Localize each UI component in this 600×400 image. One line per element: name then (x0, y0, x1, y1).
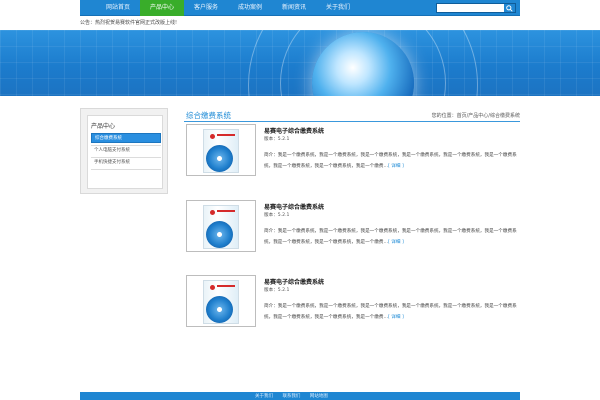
product-detail-link[interactable]: [ 详细 ] (388, 315, 404, 320)
product-detail-link[interactable]: [ 详细 ] (388, 240, 404, 245)
sidebar: 产品中心 综合缴费系统 个人电脑支付系统 手机快捷支付系统 (80, 108, 168, 194)
footer-link-about[interactable]: 关于我们 (255, 394, 273, 399)
product-detail-link[interactable]: [ 详细 ] (388, 164, 404, 169)
notice-text: 公告：热烈祝贺易赛软件官网正式改版上线! (80, 20, 178, 26)
footer-links: 关于我们 联系我们 网站地图 (255, 393, 336, 399)
banner (0, 30, 600, 96)
box-label-graphic (217, 210, 235, 212)
box-label-graphic (217, 285, 235, 287)
cd-disc-icon (206, 221, 233, 248)
product-box-image (203, 280, 239, 324)
nav-item-service[interactable]: 客户服务 (184, 0, 228, 16)
product-item: 易赛电子综合缴费系统 版本：5.2.1 简介：我是一个缴费系统，我是一个缴费系统… (184, 275, 520, 329)
search-button[interactable] (504, 4, 515, 12)
breadcrumb: 您的位置：首页/产品中心/综合缴费系统 (431, 113, 520, 119)
product-title[interactable]: 易赛电子综合缴费系统 (264, 126, 324, 135)
product-title[interactable]: 易赛电子综合缴费系统 (264, 202, 324, 211)
brand-logo-icon (210, 134, 215, 139)
product-item: 易赛电子综合缴费系统 版本：5.2.1 简介：我是一个缴费系统，我是一个缴费系统… (184, 124, 520, 178)
footer-link-sitemap[interactable]: 网站地图 (310, 394, 328, 399)
brand-logo-icon (210, 210, 215, 215)
product-version: 版本：5.2.1 (264, 288, 290, 293)
box-label-graphic (217, 134, 235, 136)
product-item: 易赛电子综合缴费系统 版本：5.2.1 简介：我是一个缴费系统，我是一个缴费系统… (184, 200, 520, 254)
sidebar-panel: 产品中心 综合缴费系统 个人电脑支付系统 手机快捷支付系统 (87, 115, 163, 189)
cd-disc-icon (206, 145, 233, 172)
footer-link-contact[interactable]: 联系我们 (282, 394, 300, 399)
sidebar-title: 产品中心 (91, 123, 116, 130)
product-description: 简介：我是一个缴费系统，我是一个缴费系统，我是一个缴费系统，我是一个缴费系统，我… (264, 150, 518, 172)
sidebar-item-mobile-payment[interactable]: 手机快捷支付系统 (91, 158, 161, 168)
nav-item-news[interactable]: 新闻资讯 (272, 0, 316, 16)
product-description: 简介：我是一个缴费系统，我是一个缴费系统，我是一个缴费系统，我是一个缴费系统，我… (264, 226, 518, 248)
nav-item-products[interactable]: 产品中心 (140, 0, 184, 16)
search-box[interactable] (436, 3, 516, 13)
main-content: 综合缴费系统 您的位置：首页/产品中心/综合缴费系统 易赛电子综合缴费系统 版本… (184, 108, 520, 378)
product-description: 简介：我是一个缴费系统，我是一个缴费系统，我是一个缴费系统，我是一个缴费系统，我… (264, 301, 518, 323)
sidebar-item-billing-system[interactable]: 综合缴费系统 (91, 133, 161, 143)
page-title: 综合缴费系统 (186, 111, 231, 120)
product-box-image (203, 129, 239, 173)
search-icon (506, 5, 513, 12)
product-thumbnail[interactable] (186, 200, 256, 252)
product-thumbnail[interactable] (186, 275, 256, 327)
nav-item-home[interactable]: 网站首页 (96, 0, 140, 16)
product-box-image (203, 205, 239, 249)
product-version: 版本：5.2.1 (264, 213, 290, 218)
product-title[interactable]: 易赛电子综合缴费系统 (264, 277, 324, 286)
nav-item-about[interactable]: 关于我们 (316, 0, 360, 16)
title-divider (184, 121, 520, 122)
sidebar-item-pc-payment[interactable]: 个人电脑支付系统 (91, 146, 161, 156)
brand-logo-icon (210, 285, 215, 290)
product-thumbnail[interactable] (186, 124, 256, 176)
cd-disc-icon (206, 296, 233, 323)
divider (91, 169, 161, 170)
nav-item-cases[interactable]: 成功案例 (228, 0, 272, 16)
footer-bar: 关于我们 联系我们 网站地图 (80, 392, 520, 400)
product-version: 版本：5.2.1 (264, 137, 290, 142)
